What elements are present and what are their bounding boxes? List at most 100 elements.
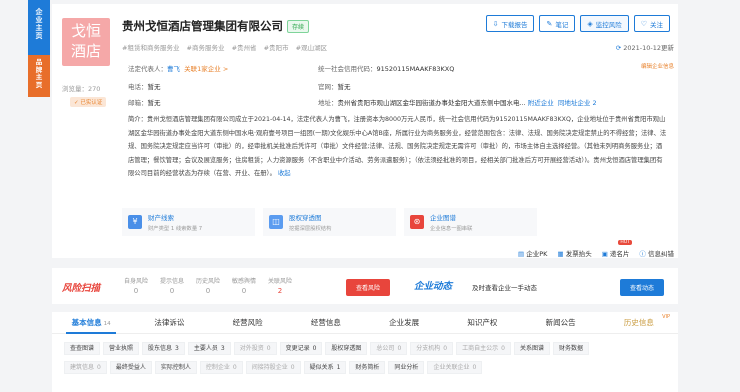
subtab-related[interactable]: 企业关联企业 0	[427, 361, 483, 374]
subtab-label: 股东信息	[148, 345, 173, 352]
tab-news[interactable]: 新闻公告	[522, 312, 600, 334]
invoice-link[interactable]: ▦ 发票抬头	[557, 248, 591, 258]
updated-text: 2021-10-12更新	[623, 44, 674, 52]
subtab-key-people[interactable]: 主要人员 3	[187, 342, 231, 355]
risk-item[interactable]: 敏感舆情 0	[226, 276, 262, 295]
side-tab-company-home[interactable]: 企 业 主 页	[28, 0, 50, 55]
credit-code-label: 统一社会信用代码：	[318, 65, 377, 73]
pk-link[interactable]: ▤ 企业PK	[518, 248, 547, 258]
legal-rep-row: 法定代表人：曹飞 关联1家企业 >	[128, 63, 228, 73]
info-icon: ⓘ	[639, 250, 646, 258]
address-row: 地址：贵州省贵阳市观山湖区金华园街道办事处金阳大道东侧中国水电... 附近企业 …	[318, 97, 597, 107]
tab-business-risk[interactable]: 经营风险	[209, 312, 287, 334]
status-badge: 存续	[287, 20, 310, 33]
download-report-button[interactable]: ⇩ 下载报告	[485, 15, 535, 32]
risk-item[interactable]: 自身风险 0	[118, 276, 154, 295]
risk-item[interactable]: 历史风险 0	[190, 276, 226, 295]
website-row: 官网：暂无	[318, 81, 351, 91]
subtab-self-disclosure[interactable]: 工商自主公示 0	[456, 342, 511, 355]
feature-property-clues[interactable]: ¥ 财产线索 财产类型 1 线索数量 7	[122, 208, 255, 236]
view-risk-button[interactable]: 查看风险	[346, 279, 391, 296]
side-tabs: 企 业 主 页 品 牌 主 页	[28, 0, 50, 97]
risk-item[interactable]: 提示信息 0	[154, 276, 190, 295]
side-tab-char: 主	[35, 24, 43, 32]
subtab-label: 最终受益人	[115, 364, 146, 371]
subtab-label: 企业关联企业	[433, 364, 470, 371]
tag[interactable]: #贵州省	[232, 44, 257, 52]
subtab-parent[interactable]: 总公司 0	[370, 342, 408, 355]
phone-value: 暂无	[147, 83, 161, 91]
risk-item[interactable]: 关联风险 2	[262, 276, 298, 295]
heart-icon: ♡	[640, 19, 647, 28]
subtab-equity-penetration[interactable]: 股权穿透图	[325, 342, 368, 355]
subtab-beneficiary[interactable]: 最终受益人	[109, 361, 152, 374]
tag[interactable]: #租赁和商务服务业	[122, 44, 179, 52]
subtab-label: 总公司	[376, 345, 395, 352]
tab-legal[interactable]: 法律诉讼	[130, 312, 208, 334]
related-companies-link[interactable]: 关联1家企业 >	[184, 65, 228, 73]
subtab-label: 关系图谱	[519, 345, 544, 352]
feature-title: 股权穿透图	[289, 214, 322, 222]
certified-badge[interactable]: ✓ 已实认证	[70, 97, 107, 107]
subtab-construction[interactable]: 建筑信息 0	[64, 361, 107, 374]
subtab-label: 财务数据	[558, 345, 583, 352]
feature-equity-map[interactable]: ◫ 股权穿透图 挖掘深层股权结构	[263, 208, 396, 236]
subtab-count: 0	[472, 364, 477, 371]
notes-button[interactable]: ✎ 笔记	[539, 15, 576, 32]
monitor-risk-button[interactable]: ◈ 监控风险	[580, 15, 629, 32]
collapse-link[interactable]: 收起	[278, 170, 291, 177]
tab-label: 基本信息	[71, 317, 102, 327]
subtab-investments[interactable]: 对外投资 0	[233, 342, 277, 355]
subtab-license[interactable]: 营业执照	[103, 342, 140, 355]
risk-scan-logo: 风险扫描	[62, 283, 101, 294]
risk-label: 历史风险	[195, 278, 220, 285]
subtab-count: 3	[220, 345, 225, 352]
phone-label: 电话：	[128, 83, 148, 91]
subtab-suspected[interactable]: 疑似关系 1	[303, 361, 347, 374]
edit-company-link[interactable]: 编辑企业信息	[641, 62, 674, 70]
risk-value: 0	[241, 287, 247, 295]
email-row: 邮箱：暂无	[128, 97, 161, 107]
subtab-label: 变更记录	[285, 345, 310, 352]
card-link[interactable]: ▣ 递名片	[602, 248, 630, 258]
legal-rep-value[interactable]: 曹飞	[167, 65, 180, 73]
tag[interactable]: #观山湖区	[296, 44, 327, 52]
tab-basic-info[interactable]: 基本信息 14	[52, 312, 130, 334]
subtab-label: 分支机构	[416, 345, 441, 352]
subtab-relation-graph[interactable]: 关系图谱	[513, 342, 550, 355]
main-tabs: 基本信息 14 法律诉讼 经营风险 经营信息 企业发展 知识产权 新闻公告 历史信…	[52, 312, 678, 334]
email-value: 暂无	[147, 99, 161, 107]
view-dynamics-button[interactable]: 查看动态	[619, 279, 664, 296]
subtab-branches[interactable]: 分支机构 0	[410, 342, 454, 355]
subtab-peer-analysis[interactable]: 同业分析	[388, 361, 425, 374]
tab-label: 企业发展	[389, 317, 420, 327]
tab-ip[interactable]: 知识产权	[443, 312, 521, 334]
tag[interactable]: #商务服务业	[187, 44, 225, 52]
tab-count: 14	[103, 320, 111, 327]
tag[interactable]: #贵阳市	[264, 44, 289, 52]
follow-button[interactable]: ♡ 关注	[633, 15, 670, 32]
tab-history[interactable]: 历史信息 VIP	[600, 312, 678, 334]
subtab-shareholders[interactable]: 股东信息 3	[142, 342, 185, 355]
tab-development[interactable]: 企业发展	[365, 312, 443, 334]
subtab-count: 0	[443, 345, 448, 352]
risk-label: 提示信息	[159, 278, 184, 285]
feature-company-graph[interactable]: ⊛ 企业图谱 企业信息一图串联	[404, 208, 537, 236]
subtab-controlled[interactable]: 控制企业 0	[199, 361, 243, 374]
tab-business-info[interactable]: 经营信息	[287, 312, 365, 334]
same-address-link[interactable]: 同地址企业 2	[558, 99, 597, 107]
email-label: 邮箱：	[128, 99, 148, 107]
side-tab-brand-home[interactable]: 品 牌 主 页	[28, 55, 50, 97]
risk-value: 2	[277, 287, 283, 295]
nearby-companies-link[interactable]: 附近企业	[528, 99, 554, 107]
correct-link[interactable]: ⓘ 信息纠错	[639, 248, 674, 258]
subtab-finance-analysis[interactable]: 财务简析	[349, 361, 386, 374]
subtab-controller[interactable]: 实际控制人	[154, 361, 197, 374]
refresh-icon[interactable]: ⟳	[616, 44, 621, 52]
tool-links: ▤ 企业PK ▦ 发票抬头 ▣ 递名片 HOT ⓘ 信息纠错	[518, 240, 674, 258]
subtab-indirect[interactable]: 间接持股企业 0	[245, 361, 301, 374]
subtab-changes[interactable]: 变更记录 0	[279, 342, 323, 355]
subtab-finance[interactable]: 财务数据	[552, 342, 589, 355]
sub-tab-row: 查查图谱 营业执照 股东信息 3 主要人员 3 对外投资 0 变更记录 0 股权穿透图 …	[64, 342, 678, 355]
subtab-equity-graph[interactable]: 查查图谱	[64, 342, 101, 355]
